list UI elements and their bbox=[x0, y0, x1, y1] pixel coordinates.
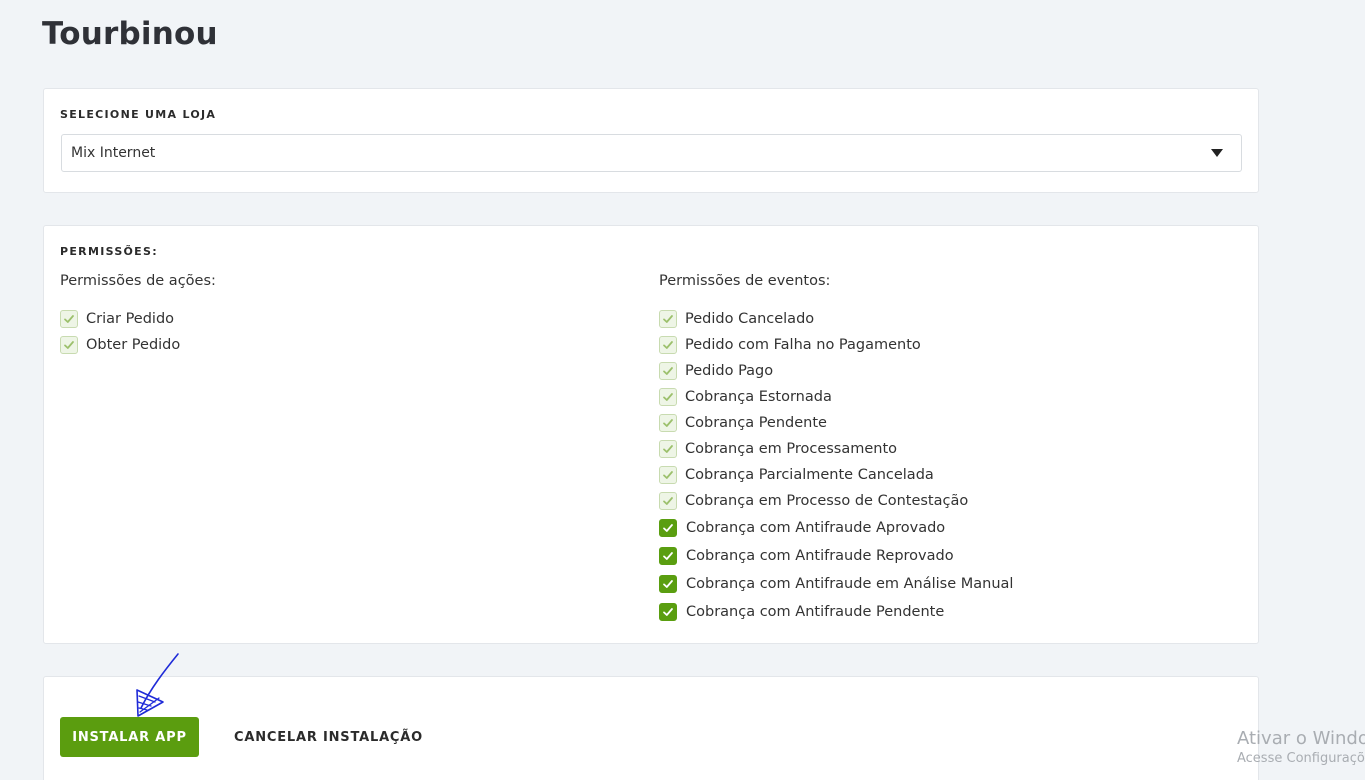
event-permission-item: Cobrança Pendente bbox=[659, 410, 1013, 436]
windows-activation-watermark: Ativar o Windows Acesse Configurações pa… bbox=[1237, 728, 1365, 768]
event-permission-item: Pedido com Falha no Pagamento bbox=[659, 332, 1013, 358]
action-permission-item: Criar Pedido bbox=[60, 306, 216, 332]
permission-label: Cobrança em Processamento bbox=[685, 441, 898, 457]
permission-label: Pedido com Falha no Pagamento bbox=[685, 337, 921, 353]
permission-label: Pedido Cancelado bbox=[685, 311, 815, 327]
action-permissions-column: Permissões de ações: Criar Pedido Obter P… bbox=[60, 272, 216, 358]
event-permission-item[interactable]: Cobrança com Antifraude Aprovado bbox=[659, 514, 1013, 542]
permissions-label: PERMISSÕES: bbox=[60, 245, 158, 258]
permission-label: Cobrança em Processo de Contestação bbox=[685, 493, 969, 509]
event-permission-item[interactable]: Cobrança com Antifraude Reprovado bbox=[659, 542, 1013, 570]
event-permissions-list: Pedido Cancelado Pedido com Falha no Paga… bbox=[659, 306, 1013, 626]
caret-down-icon bbox=[1211, 149, 1223, 157]
page-title: Tourbinou bbox=[42, 16, 218, 52]
permission-label: Cobrança com Antifraude em Análise Manua… bbox=[686, 576, 1014, 592]
permissions-card: PERMISSÕES: Permissões de ações: Criar P… bbox=[43, 225, 1259, 644]
checkbox-checked-icon bbox=[60, 310, 78, 328]
event-permission-item[interactable]: Cobrança com Antifraude em Análise Manua… bbox=[659, 570, 1013, 598]
checkbox-checked-icon bbox=[659, 492, 677, 510]
event-permission-item[interactable]: Cobrança com Antifraude Pendente bbox=[659, 598, 1013, 626]
event-permission-item: Cobrança em Processamento bbox=[659, 436, 1013, 462]
checkbox-checked-icon bbox=[659, 310, 677, 328]
permission-label: Criar Pedido bbox=[86, 311, 175, 327]
event-permission-item: Pedido Pago bbox=[659, 358, 1013, 384]
event-permission-item: Cobrança Parcialmente Cancelada bbox=[659, 462, 1013, 488]
event-permissions-column: Permissões de eventos: Pedido Cancelado P… bbox=[659, 272, 1013, 626]
store-selector-label: SELECIONE UMA LOJA bbox=[60, 108, 217, 121]
event-permission-item: Cobrança em Processo de Contestação bbox=[659, 488, 1013, 514]
checkbox-checked-icon bbox=[659, 466, 677, 484]
store-selector-card: SELECIONE UMA LOJA Mix Internet bbox=[43, 88, 1259, 193]
checkbox-checked-icon bbox=[659, 388, 677, 406]
action-permissions-heading: Permissões de ações: bbox=[60, 273, 216, 289]
permission-label: Cobrança Estornada bbox=[685, 389, 832, 405]
permission-label: Cobrança Pendente bbox=[685, 415, 827, 431]
permission-label: Cobrança com Antifraude Pendente bbox=[686, 604, 945, 620]
watermark-subtitle: Acesse Configurações para ativar o Windo… bbox=[1237, 751, 1365, 766]
action-permission-item: Obter Pedido bbox=[60, 332, 216, 358]
checkbox-checked-icon[interactable] bbox=[659, 575, 677, 593]
permission-label: Obter Pedido bbox=[86, 337, 181, 353]
checkbox-checked-icon bbox=[659, 336, 677, 354]
permission-label: Cobrança Parcialmente Cancelada bbox=[685, 467, 934, 483]
hand-drawn-arrow-icon bbox=[136, 653, 179, 717]
checkbox-checked-icon bbox=[659, 414, 677, 432]
action-permissions-list: Criar Pedido Obter Pedido bbox=[60, 306, 216, 358]
checkbox-checked-icon bbox=[60, 336, 78, 354]
store-select-value: Mix Internet bbox=[71, 145, 156, 161]
event-permissions-heading: Permissões de eventos: bbox=[659, 273, 831, 289]
permission-label: Pedido Pago bbox=[685, 363, 774, 379]
cancel-installation-button[interactable]: CANCELAR INSTALAÇÃO bbox=[226, 717, 431, 757]
event-permission-item: Cobrança Estornada bbox=[659, 384, 1013, 410]
checkbox-checked-icon[interactable] bbox=[659, 519, 677, 537]
checkbox-checked-icon[interactable] bbox=[659, 603, 677, 621]
permission-label: Cobrança com Antifraude Aprovado bbox=[686, 520, 946, 536]
checkbox-checked-icon bbox=[659, 440, 677, 458]
permission-label: Cobrança com Antifraude Reprovado bbox=[686, 548, 954, 564]
watermark-title: Ativar o Windows bbox=[1237, 728, 1365, 749]
checkbox-checked-icon[interactable] bbox=[659, 547, 677, 565]
install-actions-card: INSTALAR APP CANCELAR INSTALAÇÃO bbox=[43, 676, 1259, 780]
event-permission-item: Pedido Cancelado bbox=[659, 306, 1013, 332]
store-select[interactable]: Mix Internet bbox=[61, 134, 1242, 172]
checkbox-checked-icon bbox=[659, 362, 677, 380]
